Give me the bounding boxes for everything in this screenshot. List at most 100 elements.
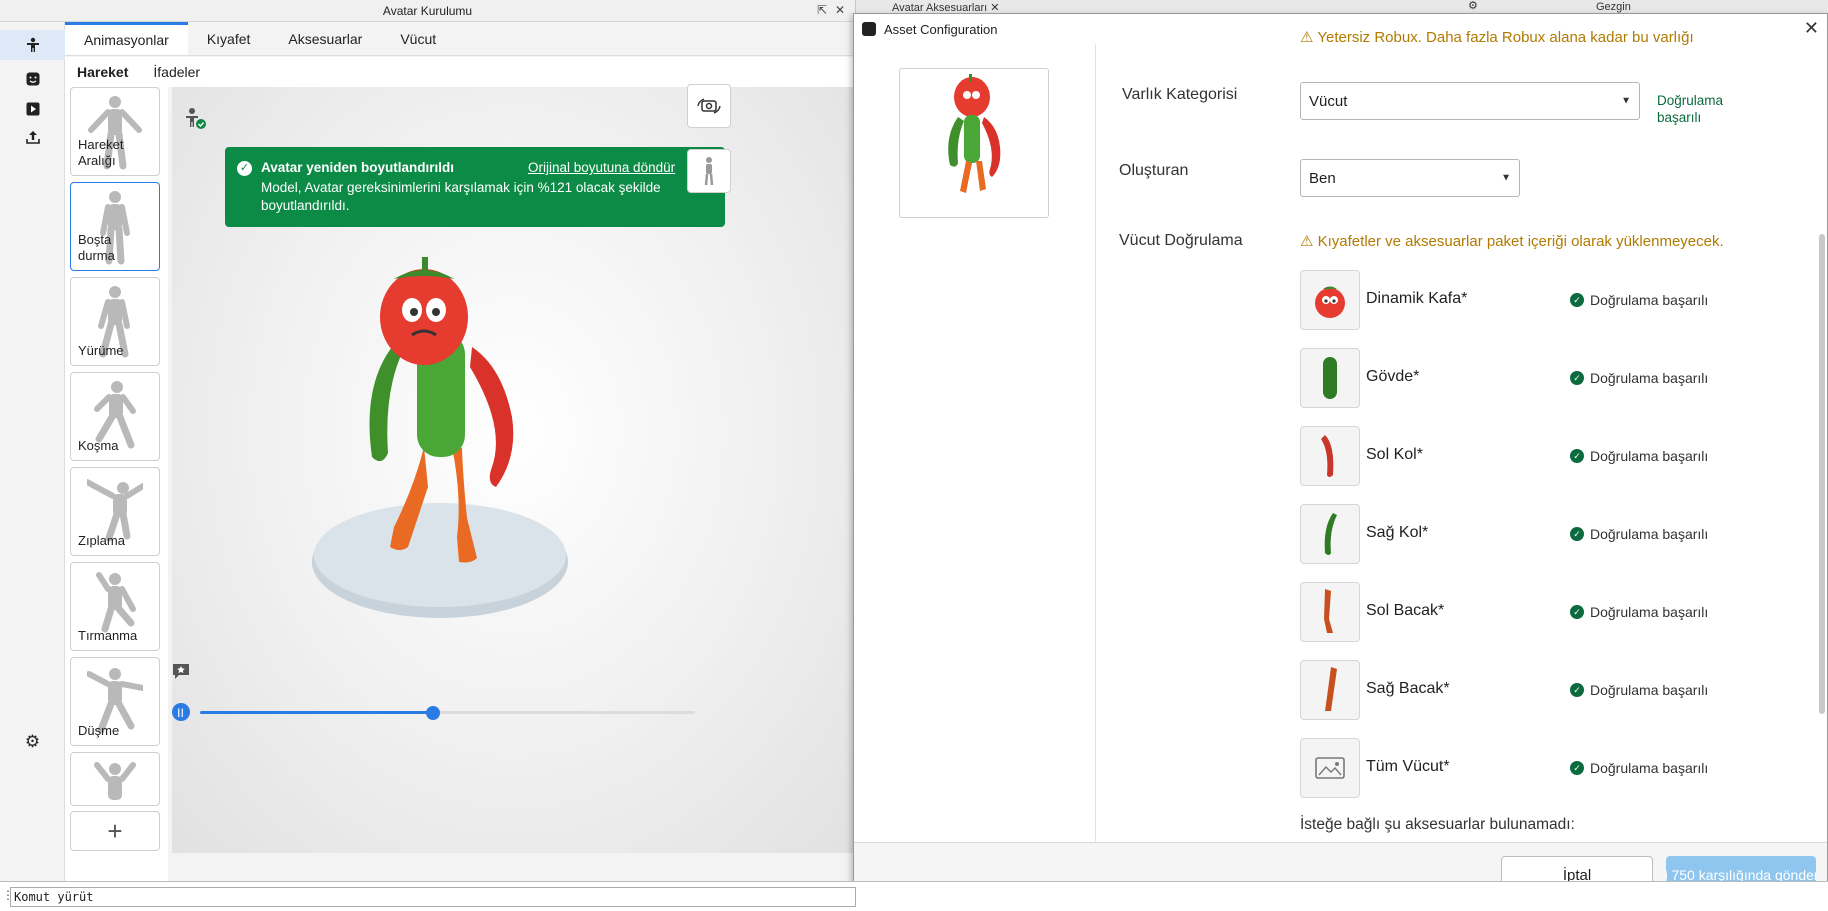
body-part-row: Sol Bacak* ✓ Doğrulama başarılı — [1300, 582, 1820, 642]
animation-card-jump[interactable]: Zıplama — [70, 467, 160, 556]
warning-text: Yetersiz Robux. Daha fazla Robux alana k… — [1317, 29, 1694, 46]
animation-card-walk[interactable]: Yürüme — [70, 277, 160, 366]
check-circle-icon: ✓ — [1570, 683, 1584, 697]
avatar-thumbnail — [948, 74, 1001, 193]
person-icon — [26, 37, 39, 52]
undock-icon[interactable]: ⇱ — [817, 3, 827, 17]
check-circle-icon: ✓ — [1570, 371, 1584, 385]
body-part-row: Sağ Bacak* ✓ Doğrulama başarılı — [1300, 660, 1820, 720]
plus-icon: + — [107, 815, 123, 846]
animation-card-climb[interactable]: Tırmanma — [70, 562, 160, 651]
part-name: Sol Bacak* — [1366, 602, 1445, 619]
part-thumbnail — [1300, 426, 1360, 486]
status-text: Doğrulama başarılı — [1590, 526, 1709, 542]
pause-button[interactable]: || — [172, 703, 190, 721]
tab-body[interactable]: Vücut — [381, 22, 455, 55]
animation-card-idle[interactable]: Boşta durma — [70, 182, 160, 271]
asset-preview — [899, 68, 1049, 218]
gear-icon[interactable]: ⚙ — [1468, 0, 1478, 12]
close-icon[interactable]: ✕ — [835, 3, 845, 17]
command-bar: ⋮ Komut yürüt — [0, 881, 1828, 911]
check-circle-icon: ✓ — [1570, 527, 1584, 541]
body-part-row: Tüm Vücut* ✓ Doğrulama başarılı — [1300, 738, 1820, 798]
upload-rail-button[interactable] — [0, 122, 65, 152]
status-text: Doğrulama başarılı — [1590, 760, 1709, 776]
camera-reset-button[interactable] — [687, 84, 731, 128]
asset-category-label: Varlık Kategorisi — [1122, 86, 1238, 103]
face-rail-button[interactable] — [0, 64, 65, 94]
left-leg-thumbnail — [1324, 589, 1333, 633]
animation-card-range-of-motion[interactable]: Hareket Aralığı — [70, 87, 160, 176]
timeline-progress — [200, 711, 433, 714]
check-circle-icon: ✓ — [237, 161, 252, 176]
status-text: Doğrulama başarılı — [1590, 604, 1709, 620]
animation-timeline[interactable] — [200, 706, 695, 720]
asset-category-select[interactable]: Vücut ▼ — [1300, 82, 1640, 120]
head-thumbnail — [1315, 286, 1345, 318]
gear-icon: ⚙ — [24, 732, 41, 751]
play-rail-button[interactable] — [0, 94, 65, 124]
command-input[interactable]: Komut yürüt — [10, 887, 856, 907]
creator-select[interactable]: Ben ▼ — [1300, 159, 1520, 197]
camera-rotate-icon — [697, 98, 721, 114]
animation-card-fall[interactable]: Düşme — [70, 657, 160, 746]
chat-star-icon — [173, 664, 189, 679]
tab-clothing[interactable]: Kıyafet — [188, 22, 270, 55]
insufficient-robux-warning: ⚠ Yetersiz Robux. Daha fazla Robux alana… — [1300, 28, 1800, 46]
status-text: Doğrulama başarılı — [1590, 370, 1709, 386]
animation-label: Koşma — [78, 438, 119, 453]
animation-label: Hareket Aralığı — [78, 137, 124, 168]
dialog-title: Asset Configuration — [884, 21, 998, 37]
body-validation-label: Vücut Doğrulama — [1119, 232, 1243, 249]
optional-accessories-note: İsteğe bağlı şu aksesuarlar bulunamadı: — [1300, 816, 1575, 833]
part-validation-status: ✓ Doğrulama başarılı — [1570, 760, 1708, 776]
tab-animations[interactable]: Animasyonlar — [65, 22, 188, 55]
timeline-scrubber[interactable] — [425, 706, 440, 720]
robux-icon — [1666, 868, 1668, 882]
dialog-scrollbar[interactable] — [1819, 234, 1825, 714]
animation-card-run[interactable]: Koşma — [70, 372, 160, 461]
creator-value: Ben — [1309, 169, 1336, 187]
settings-rail-button[interactable]: ⚙ — [0, 727, 65, 757]
avatar-setup-window: Avatar Kurulumu ⇱ ✕ ⚙ Animasyonlar Kıyaf… — [0, 0, 856, 881]
body-part-row: Dinamik Kafa* ✓ Doğrulama başarılı — [1300, 270, 1820, 330]
chevron-down-icon: ▼ — [1621, 95, 1631, 107]
view-mode-button[interactable] — [687, 149, 731, 193]
right-arm-thumbnail — [1324, 513, 1337, 555]
status-text: Doğrulama başarılı — [1590, 448, 1709, 464]
toast-message: Model, Avatar gereksinimlerini karşılama… — [261, 180, 661, 213]
add-animation-button[interactable]: + — [70, 811, 160, 851]
status-text: Doğrulama başarılı — [1590, 292, 1709, 308]
tab-accessories[interactable]: Aksesuarlar — [269, 22, 381, 55]
animation-list: Hareket Aralığı Boşta durma Yürüme Koşma… — [65, 87, 168, 881]
tab-explorer[interactable]: Gezgin — [1596, 1, 1631, 13]
part-thumbnail — [1300, 738, 1360, 798]
resize-toast: ✓ Avatar yeniden boyutlandırıldı Orijina… — [225, 147, 725, 227]
part-validation-status: ✓ Doğrulama başarılı — [1570, 370, 1708, 386]
animation-label: Düşme — [78, 723, 120, 738]
part-validation-status: ✓ Doğrulama başarılı — [1570, 292, 1708, 308]
category-validation-status: Doğrulama başarılı — [1657, 93, 1724, 125]
toast-title: Avatar yeniden boyutlandırıldı — [261, 160, 455, 175]
subtab-movement[interactable]: Hareket — [77, 64, 128, 80]
avatar-viewport[interactable]: ✓ Avatar yeniden boyutlandırıldı Orijina… — [172, 84, 856, 853]
avatar-validated-icon — [186, 108, 206, 129]
feedback-button[interactable] — [172, 662, 190, 685]
body-validation-warning: ⚠ Kıyafetler ve aksesuarlar paket içeriğ… — [1300, 232, 1724, 250]
part-name: Sağ Kol* — [1366, 524, 1429, 541]
revert-size-link[interactable]: Orijinal boyutuna döndür — [528, 160, 675, 175]
dialog-close-icon[interactable]: ✕ — [1804, 18, 1819, 39]
avatar-setup-rail-button[interactable] — [0, 30, 65, 60]
image-placeholder-icon — [1315, 757, 1345, 779]
animation-label: Zıplama — [78, 533, 125, 548]
window-title: Avatar Kurulumu — [382, 3, 473, 18]
part-name: Gövde* — [1366, 368, 1420, 385]
animation-card-extra[interactable] — [70, 752, 160, 806]
animation-label: Yürüme — [78, 343, 124, 358]
animation-label: Tırmanma — [78, 628, 138, 643]
face-icon — [26, 72, 39, 86]
part-validation-status: ✓ Doğrulama başarılı — [1570, 448, 1708, 464]
warning-icon: ⚠ — [1300, 29, 1314, 46]
part-thumbnail — [1300, 504, 1360, 564]
subtab-emotes[interactable]: İfadeler — [153, 64, 200, 80]
